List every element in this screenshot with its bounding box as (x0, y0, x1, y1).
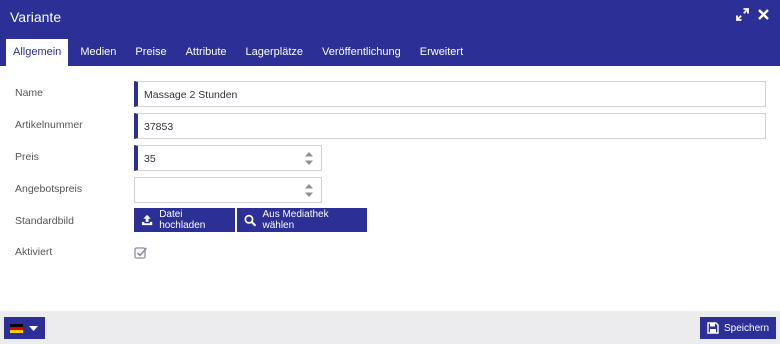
name-value: Massage 2 Stunden (144, 89, 238, 101)
tab-bar: Allgemein Medien Preise Attribute Lagerp… (6, 39, 475, 66)
tab-lagerplaetze[interactable]: Lagerplätze (239, 39, 311, 66)
upload-icon (141, 214, 153, 226)
search-icon (244, 214, 257, 227)
standardbild-label: Standardbild (15, 215, 74, 227)
save-icon (707, 322, 719, 334)
angebotspreis-row: Angebotspreis (0, 177, 780, 203)
name-row: Name Massage 2 Stunden (0, 81, 780, 107)
aktiviert-checkbox[interactable] (134, 246, 148, 260)
angebotspreis-label: Angebotspreis (15, 183, 83, 195)
chevron-down-icon (29, 326, 38, 331)
tab-attribute[interactable]: Attribute (179, 39, 234, 66)
tab-medien[interactable]: Medien (73, 39, 123, 66)
preis-label: Preis (15, 151, 39, 163)
artikelnummer-field[interactable]: 37853 (134, 113, 766, 139)
upload-file-label: Datei hochladen (159, 209, 206, 231)
choose-from-media-button[interactable]: Aus Mediathek wählen (237, 208, 367, 232)
aktiviert-row: Aktiviert (0, 244, 780, 270)
tab-preise[interactable]: Preise (128, 39, 173, 66)
tab-erweitert[interactable]: Erweitert (413, 39, 470, 66)
upload-file-button[interactable]: Datei hochladen (134, 208, 235, 232)
preis-field[interactable]: 35 (134, 145, 322, 171)
tab-veroeffentlichung[interactable]: Veröffentlichung (315, 39, 408, 66)
language-selector[interactable] (4, 317, 45, 339)
choose-from-media-label: Aus Mediathek wählen (262, 209, 329, 231)
angebotspreis-field[interactable] (134, 177, 322, 203)
angebotspreis-stepper-icon[interactable] (305, 183, 313, 198)
artikelnummer-value: 37853 (144, 121, 174, 133)
dialog-header: Variante Allgemein Medien Preise Attribu… (0, 0, 780, 66)
germany-flag-icon (10, 324, 23, 333)
expand-icon[interactable] (736, 8, 749, 21)
window-controls (736, 8, 770, 21)
preis-row: Preis 35 (0, 145, 780, 171)
standardbild-row: Standardbild Datei hochladen Aus Mediath… (0, 208, 780, 234)
variant-dialog: Variante Allgemein Medien Preise Attribu… (0, 0, 780, 344)
tab-allgemein[interactable]: Allgemein (6, 39, 69, 66)
artikelnummer-row: Artikelnummer 37853 (0, 113, 780, 139)
artikelnummer-label: Artikelnummer (15, 119, 83, 131)
dialog-footer: Speichern (0, 311, 780, 344)
name-field[interactable]: Massage 2 Stunden (134, 81, 766, 107)
preis-value: 35 (144, 153, 156, 165)
preis-stepper-icon[interactable] (305, 151, 313, 166)
dialog-title: Variante (10, 9, 62, 25)
name-label: Name (15, 87, 44, 99)
save-button[interactable]: Speichern (700, 317, 776, 339)
save-label: Speichern (724, 322, 770, 334)
aktiviert-label: Aktiviert (15, 246, 53, 258)
close-icon[interactable] (757, 8, 770, 21)
